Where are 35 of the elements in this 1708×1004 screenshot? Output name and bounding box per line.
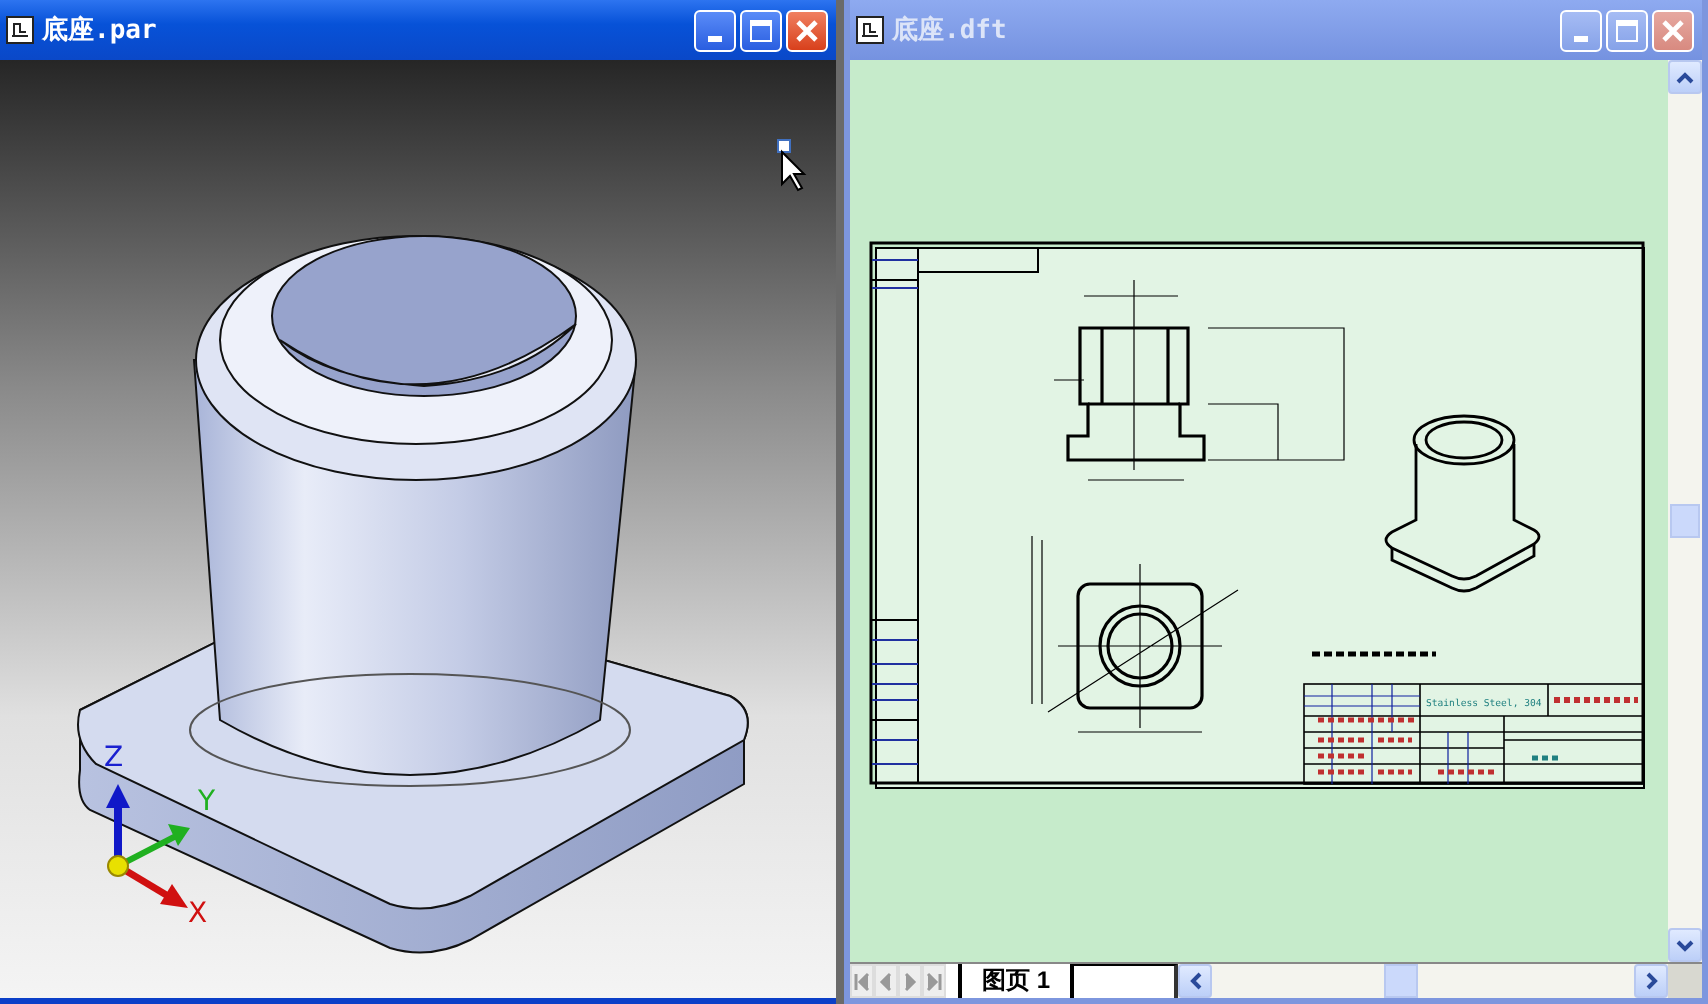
first-page-button[interactable]	[850, 964, 874, 998]
scroll-left-button[interactable]	[1178, 964, 1212, 998]
close-button[interactable]	[786, 9, 828, 51]
minimize-button[interactable]	[694, 9, 736, 51]
caret-down-icon	[1676, 939, 1694, 951]
axis-x-label: X	[188, 900, 208, 928]
close-icon	[1660, 17, 1686, 43]
axis-triad-drawing	[106, 784, 190, 908]
first-page-icon	[852, 971, 872, 991]
cursor-icon	[777, 139, 807, 192]
previous-page-button[interactable]	[874, 964, 898, 998]
sheet-tab[interactable]: 图页 1	[958, 964, 1075, 998]
previous-page-icon	[876, 971, 896, 991]
close-icon	[794, 17, 820, 43]
caret-left-icon	[1189, 972, 1201, 990]
scroll-down-button[interactable]	[1668, 928, 1702, 962]
scrollbar-thumb[interactable]	[1384, 964, 1418, 998]
document-icon	[6, 16, 34, 44]
window-title: 底座.par	[42, 13, 159, 48]
scrollbar-thumb[interactable]	[1670, 504, 1700, 538]
scroll-up-button[interactable]	[1668, 60, 1702, 94]
horizontal-scrollbar[interactable]	[1178, 964, 1668, 998]
scrollbar-corner	[1668, 964, 1702, 998]
caret-up-icon	[1676, 71, 1694, 83]
maximize-button[interactable]	[740, 9, 782, 51]
window-title: 底座.dft	[892, 13, 1009, 48]
axis-z-label: Z	[104, 744, 124, 772]
next-page-icon	[900, 971, 920, 991]
scroll-right-button[interactable]	[1634, 964, 1668, 998]
axis-y-label: Y	[198, 788, 216, 816]
caret-right-icon	[1645, 972, 1657, 990]
document-icon	[856, 16, 884, 44]
next-page-button[interactable]	[898, 964, 922, 998]
last-page-icon	[924, 971, 944, 991]
last-page-button[interactable]	[922, 964, 946, 998]
